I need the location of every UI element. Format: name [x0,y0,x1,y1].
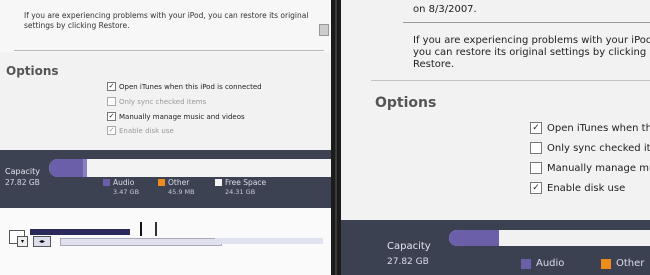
option-label: Enable disk use [547,182,626,194]
capacity-value: 27.82 GB [5,178,40,187]
capacity-value: 27.82 GB [387,257,429,267]
legend-swatch-other [158,179,165,186]
legend-name: Audio [536,258,565,269]
option-label: Manually manage music and videos [119,112,245,121]
restore-description: If you are experiencing problems with yo… [24,11,309,30]
progress-bar [30,229,130,235]
legend-other: Other 45.9 MB [158,178,195,196]
option-label: Only sync checked items [119,97,207,106]
capacity-label: Capacity [387,241,431,252]
legend-free-space: Free Space 24.31 GB [215,178,267,196]
options-title: Options [375,95,437,111]
option-label: Enable disk use [119,126,174,135]
legend-name: Audio [113,178,135,187]
checkbox-enable-disk-use[interactable]: ✓ [107,126,116,135]
checkbox-open-itunes[interactable]: ✓ [530,122,542,134]
legend-swatch-audio [103,179,110,186]
divider [14,50,324,51]
options-title: Options [6,64,59,78]
capacity-bar [49,159,331,177]
legend-name: Other [168,178,190,187]
checkbox-manually-manage[interactable]: ✓ [107,112,116,121]
date-text: on 8/3/2007. [413,4,477,15]
legend-swatch-free [215,179,222,186]
panel-divider-line [335,0,337,275]
divider [403,22,650,23]
scrollbar[interactable] [319,24,329,36]
option-enable-disk-use[interactable]: ✓ Enable disk use [107,126,174,135]
option-label: Manually manage music and videos [547,162,650,174]
divider [371,80,650,81]
option-only-sync-checked[interactable]: Only sync checked items [107,97,206,106]
cursor-marker [140,222,142,236]
checkbox-enable-disk-use[interactable]: ✓ [530,182,542,194]
legend-size: 45.9 MB [168,188,195,196]
capacity-label: Capacity [5,167,40,176]
option-only-sync-checked[interactable]: Only sync checked items [530,142,650,154]
checkbox-only-sync-checked[interactable] [107,97,116,106]
dropdown-arrow-icon[interactable]: ▾ [17,236,28,247]
restore-info-area: If you are experiencing problems with yo… [0,0,331,52]
capacity-bar [449,230,650,246]
legend-audio: Audio [521,258,564,269]
cursor-marker [155,222,157,236]
option-enable-disk-use[interactable]: ✓ Enable disk use [530,182,625,194]
legend-name: Free Space [225,178,267,187]
option-manually-manage[interactable]: Manually manage music and videos [530,162,650,174]
checkbox-manually-manage[interactable] [530,162,542,174]
capacity-segment-other [83,159,87,177]
legend-swatch-other [601,258,611,269]
checkbox-only-sync-checked[interactable] [530,142,542,154]
option-label: Open iTunes when this iPod is connected [119,82,262,91]
legend-size: 3.47 GB [113,188,140,196]
option-manually-manage[interactable]: ✓ Manually manage music and videos [107,112,245,121]
option-label: Only sync checked items [547,142,650,154]
option-label: Open iTunes when this iPod is connected [547,122,650,134]
slider-track[interactable] [60,238,222,246]
small-button[interactable]: ◂▸ [33,236,51,247]
slider-track-right [215,238,323,244]
option-open-itunes[interactable]: ✓ Open iTunes when this iPod is connecte… [530,122,650,134]
left-screenshot: If you are experiencing problems with yo… [0,0,331,275]
legend-size: 24.31 GB [225,188,256,196]
checkbox-open-itunes[interactable]: ✓ [107,82,116,91]
capacity-segment-audio [449,230,499,246]
restore-description: If you are experiencing problems with yo… [413,35,650,70]
option-open-itunes[interactable]: ✓ Open iTunes when this iPod is connecte… [107,82,262,91]
legend-audio: Audio 3.47 GB [103,178,139,196]
right-screenshot: on 8/3/2007. If you are experiencing pro… [341,0,650,275]
capacity-segment-audio [49,159,83,177]
legend-other: Other [601,258,644,269]
legend-name: Other [616,258,645,269]
legend-swatch-audio [521,258,531,269]
